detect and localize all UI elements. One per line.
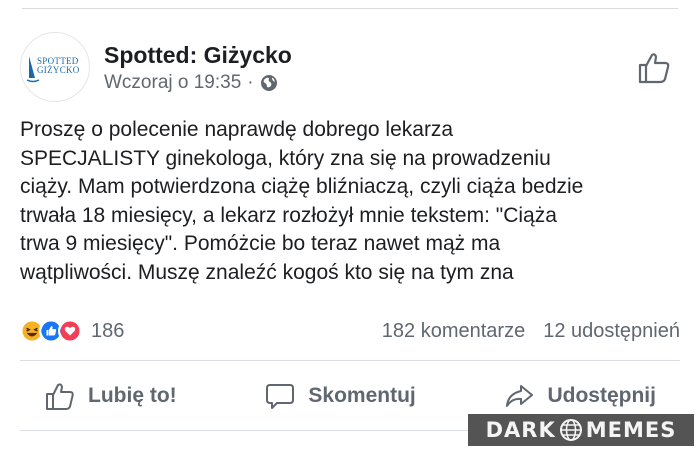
- comments-count[interactable]: 182 komentarze: [382, 320, 525, 343]
- actions-divider: [20, 360, 680, 361]
- reaction-summary[interactable]: 186: [20, 319, 124, 343]
- engagement-counts: 182 komentarze 12 udostępnień: [382, 320, 680, 343]
- page-avatar[interactable]: SPOTTED GIŻYCKO: [20, 32, 90, 102]
- post-stats: 186 182 komentarze 12 udostępnień: [20, 314, 680, 348]
- thumbs-up-icon: [46, 383, 74, 410]
- post-actions: Lubię to! Skomentuj Udostępnij: [20, 374, 680, 418]
- globe-icon: [559, 419, 582, 441]
- share-button[interactable]: Udostępnij: [479, 380, 680, 412]
- top-divider: [22, 8, 678, 9]
- page-name[interactable]: Spotted: Giżycko: [104, 42, 292, 69]
- post-body-text: Proszę o polecenie naprawdę dobrego leka…: [20, 118, 584, 284]
- shares-count[interactable]: 12 udostępnień: [543, 320, 680, 343]
- watermark-text-left: DARK: [485, 418, 556, 442]
- share-arrow-icon: [506, 385, 534, 407]
- comment-bubble-icon: [266, 384, 295, 409]
- post-meta: Wczoraj o 19:35 ·: [104, 72, 278, 94]
- meta-separator: ·: [247, 72, 254, 93]
- comment-button-label: Skomentuj: [308, 384, 416, 407]
- like-button-label: Lubię to!: [88, 384, 177, 407]
- comment-button[interactable]: Skomentuj: [240, 380, 439, 412]
- post-header: SPOTTED GIŻYCKO Spotted: Giżycko Wczoraj…: [20, 32, 680, 102]
- watermark-text-right: MEMES: [585, 418, 677, 442]
- post-timestamp[interactable]: Wczoraj o 19:35: [104, 72, 241, 94]
- reaction-count: 186: [91, 319, 125, 342]
- avatar-logo-text: SPOTTED GIŻYCKO: [37, 56, 80, 75]
- like-button[interactable]: Lubię to!: [20, 380, 201, 412]
- love-icon: [58, 319, 82, 343]
- globe-icon: [260, 75, 277, 91]
- share-button-label: Udostępnij: [547, 384, 656, 407]
- thumbs-up-outline-icon[interactable]: [636, 50, 672, 86]
- darkmemes-watermark: DARK MEMES: [468, 414, 694, 446]
